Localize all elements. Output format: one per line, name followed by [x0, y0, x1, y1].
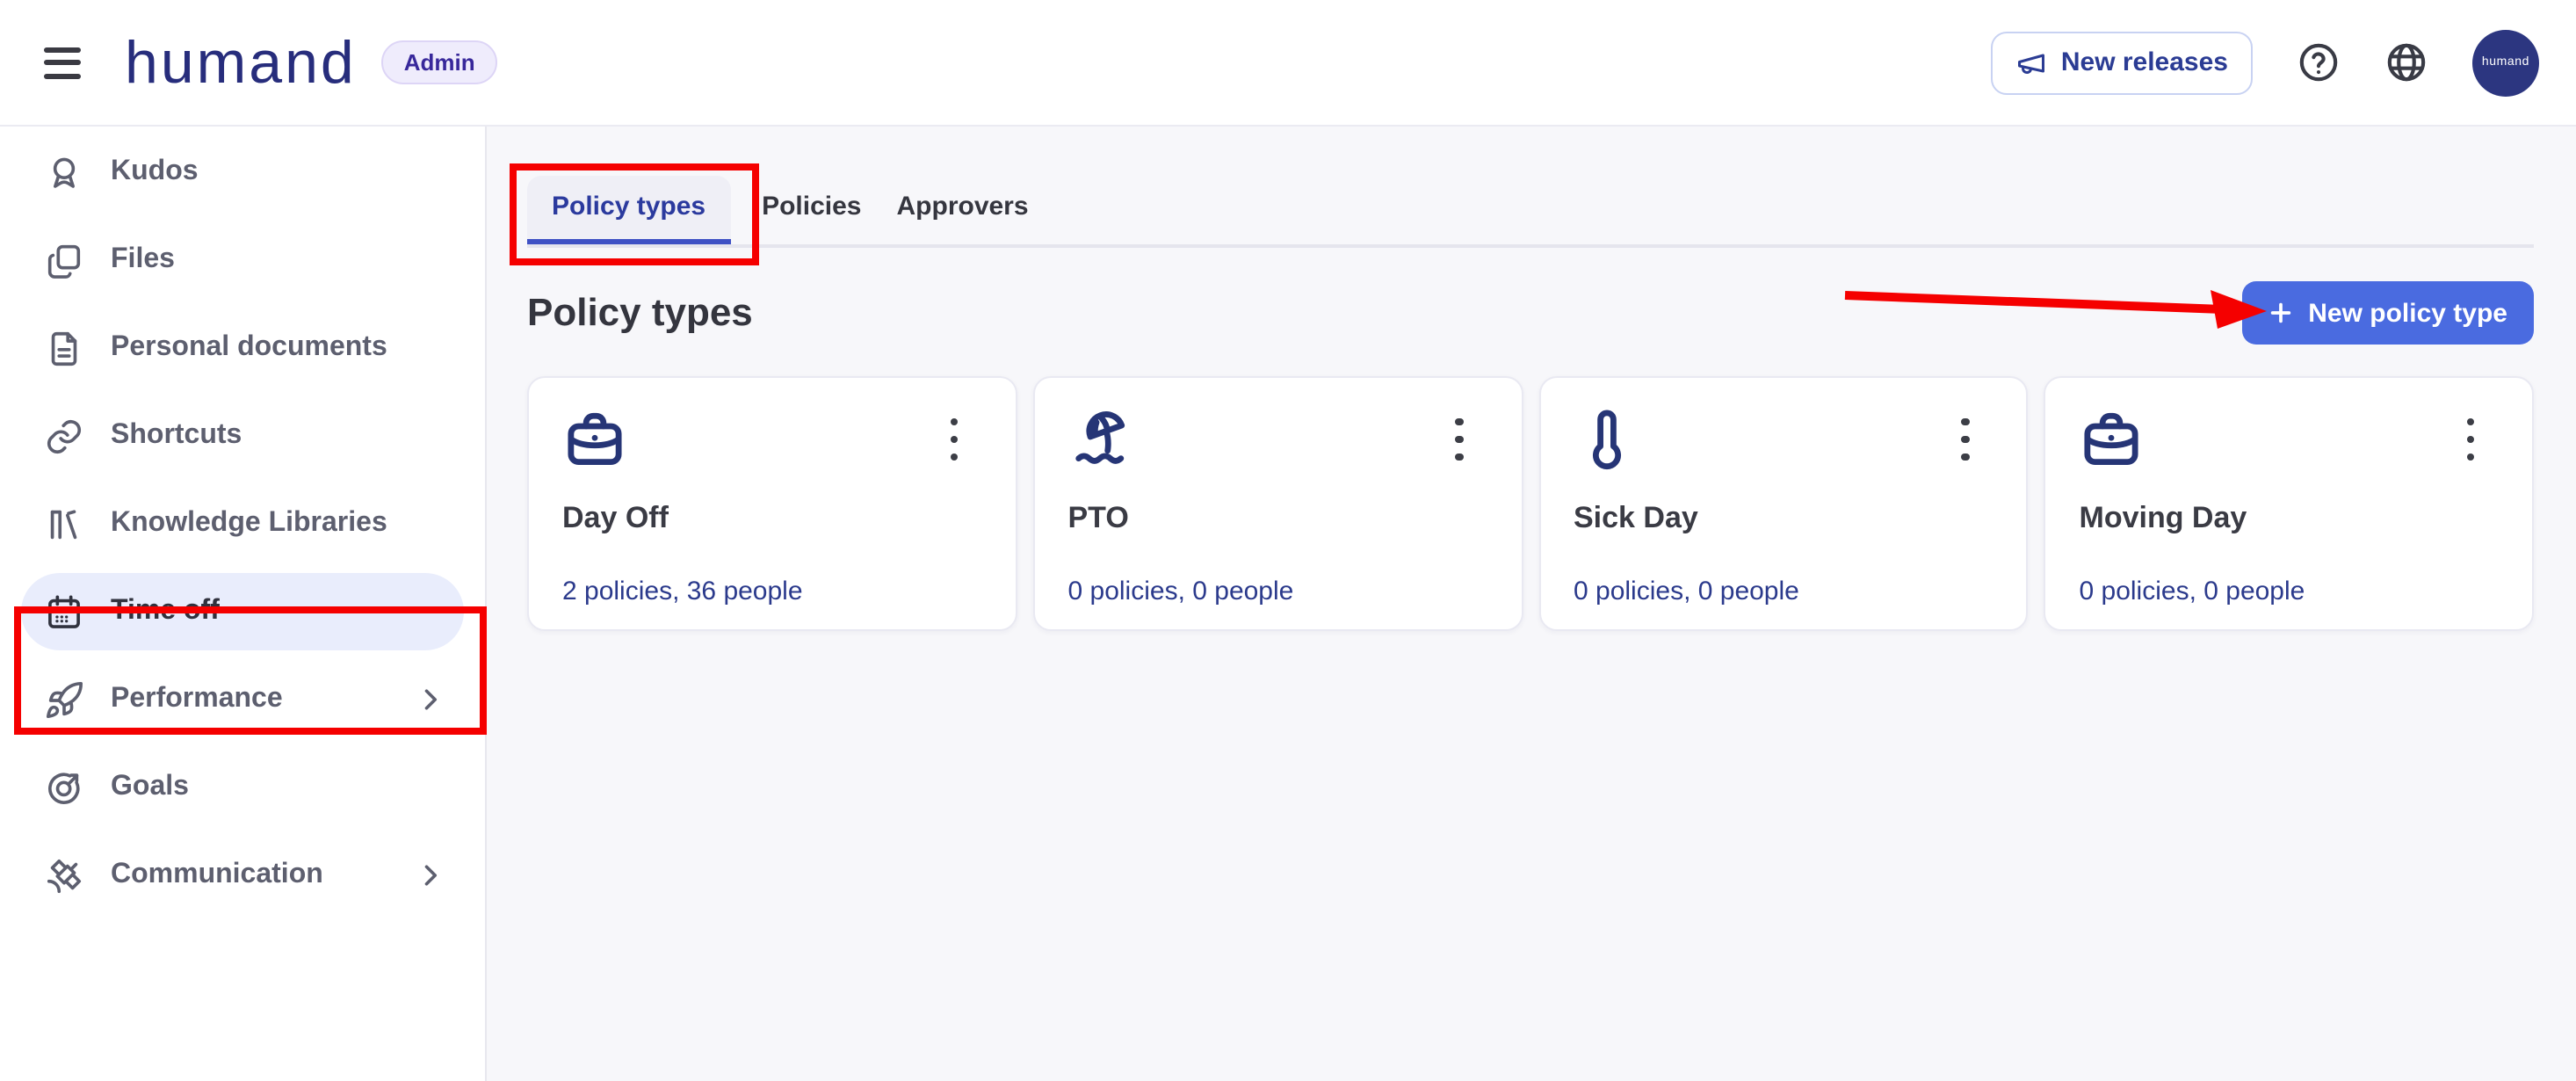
card-menu-kebab-icon[interactable] — [935, 406, 973, 473]
card-title: Sick Day — [1574, 501, 1994, 536]
hamburger-menu-icon[interactable] — [28, 27, 98, 98]
avatar-label: humand — [2482, 56, 2529, 69]
thermometer-icon — [1574, 408, 1639, 473]
card-menu-kebab-icon[interactable] — [2451, 406, 2490, 473]
briefcase-icon — [2080, 408, 2145, 473]
policy-type-card-moving-day[interactable]: Moving Day 0 policies, 0 people — [2044, 376, 2535, 631]
sidebar-item-label: Shortcuts — [111, 420, 242, 452]
title-row: Policy types New policy type — [527, 281, 2534, 345]
satellite-icon — [44, 855, 84, 896]
chevron-right-icon — [415, 860, 446, 891]
sidebar-item-label: Time off — [111, 596, 220, 628]
tab-policies[interactable]: Policies — [758, 176, 865, 244]
sidebar-nav: Kudos Files Personal documents Shortcuts… — [0, 127, 487, 1081]
policy-type-card-sick-day[interactable]: Sick Day 0 policies, 0 people — [1538, 376, 2029, 631]
new-policy-type-button[interactable]: New policy type — [2241, 281, 2534, 345]
tab-policy-types[interactable]: Policy types — [527, 176, 730, 244]
calendar-icon — [44, 591, 84, 632]
policy-type-cards: Day Off 2 policies, 36 people PTO 0 poli… — [527, 376, 2534, 631]
target-icon — [44, 767, 84, 808]
sidebar-item-performance[interactable]: Performance — [21, 661, 464, 738]
new-policy-type-label: New policy type — [2308, 298, 2507, 328]
tab-bar: Policy types Policies Approvers — [527, 176, 2534, 248]
sidebar-item-shortcuts[interactable]: Shortcuts — [21, 397, 464, 475]
card-meta: 0 policies, 0 people — [1068, 577, 1488, 606]
sidebar-item-files[interactable]: Files — [21, 221, 464, 299]
policy-type-card-day-off[interactable]: Day Off 2 policies, 36 people — [527, 376, 1017, 631]
top-header: humand Admin New releases humand — [0, 0, 2576, 127]
help-icon[interactable] — [2297, 40, 2341, 84]
card-menu-kebab-icon[interactable] — [1946, 406, 1985, 473]
sidebar-item-knowledge-libraries[interactable]: Knowledge Libraries — [21, 485, 464, 562]
sidebar-item-label: Goals — [111, 772, 189, 803]
sidebar-item-kudos[interactable]: Kudos — [21, 134, 464, 211]
tab-approvers[interactable]: Approvers — [894, 176, 1032, 244]
card-title: Day Off — [562, 501, 982, 536]
page-title: Policy types — [527, 290, 753, 336]
main-content: Policy types Policies Approvers Policy t… — [487, 127, 2576, 1081]
admin-badge: Admin — [381, 40, 498, 84]
copy-icon — [44, 240, 84, 280]
link-icon — [44, 416, 84, 456]
sidebar-item-label: Performance — [111, 684, 283, 715]
card-meta: 0 policies, 0 people — [2080, 577, 2500, 606]
sidebar-item-label: Communication — [111, 860, 323, 891]
sidebar-item-label: Knowledge Libraries — [111, 508, 387, 540]
sidebar-item-label: Files — [111, 244, 175, 276]
card-menu-kebab-icon[interactable] — [1440, 406, 1479, 473]
sidebar-item-time-off[interactable]: Time off — [21, 573, 464, 650]
card-meta: 2 policies, 36 people — [562, 577, 982, 606]
medal-icon — [44, 152, 84, 192]
humand-logo: humand — [125, 33, 357, 92]
rocket-icon — [44, 679, 84, 720]
globe-icon[interactable] — [2384, 40, 2428, 84]
sidebar-item-label: Personal documents — [111, 332, 387, 364]
document-icon — [44, 328, 84, 368]
megaphone-icon — [2015, 47, 2047, 78]
briefcase-icon — [562, 408, 627, 473]
library-icon — [44, 504, 84, 544]
sidebar-item-label: Kudos — [111, 156, 199, 188]
card-title: PTO — [1068, 501, 1488, 536]
card-title: Moving Day — [2080, 501, 2500, 536]
card-meta: 0 policies, 0 people — [1574, 577, 1994, 606]
new-releases-label: New releases — [2061, 47, 2228, 77]
plus-icon — [2268, 301, 2292, 325]
user-avatar[interactable]: humand — [2472, 29, 2539, 96]
sidebar-item-goals[interactable]: Goals — [21, 749, 464, 826]
app-screen: humand Admin New releases humand Kudos F… — [0, 0, 2576, 1081]
new-releases-button[interactable]: New releases — [1991, 31, 2253, 94]
policy-type-card-pto[interactable]: PTO 0 policies, 0 people — [1033, 376, 1523, 631]
sidebar-item-personal-documents[interactable]: Personal documents — [21, 309, 464, 387]
sidebar-item-communication[interactable]: Communication — [21, 837, 464, 914]
chevron-right-icon — [415, 684, 446, 715]
beach-umbrella-icon — [1068, 408, 1133, 473]
